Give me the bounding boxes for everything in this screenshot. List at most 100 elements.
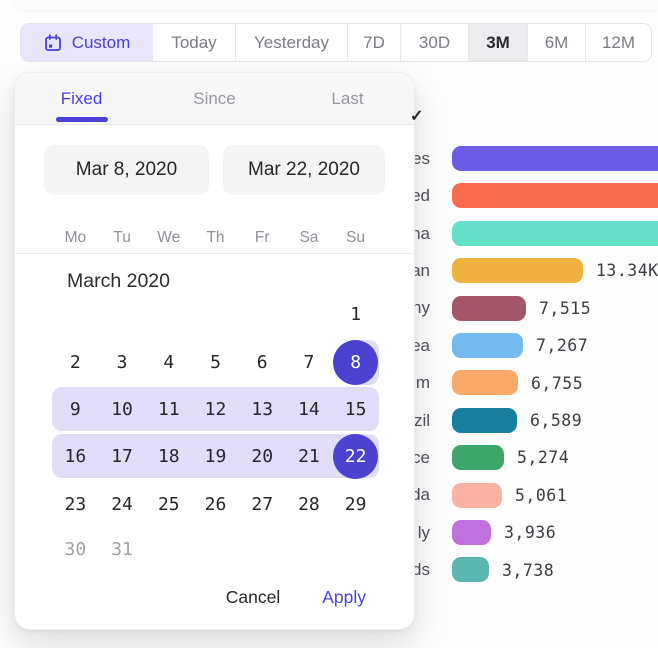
- calendar-day-11[interactable]: 11: [145, 387, 192, 431]
- calendar-week: 1: [52, 292, 379, 336]
- calendar-day-7[interactable]: 7: [286, 340, 333, 385]
- tab-since[interactable]: Since: [148, 73, 281, 124]
- calendar-day-empty: [99, 292, 146, 336]
- chart-bar[interactable]: [452, 557, 489, 582]
- range-30d-button[interactable]: 30D: [401, 24, 469, 61]
- calendar-day-28[interactable]: 28: [286, 482, 333, 526]
- month-title: March 2020: [67, 270, 170, 293]
- chart-bar[interactable]: [452, 258, 583, 283]
- calendar-day-empty: [332, 527, 379, 571]
- chart-bar[interactable]: [452, 221, 658, 246]
- chart-bar[interactable]: [452, 483, 502, 508]
- calendar-day-19[interactable]: 19: [192, 434, 239, 479]
- calendar-day-4[interactable]: 4: [145, 340, 192, 385]
- calendar-day-12[interactable]: 12: [192, 387, 239, 431]
- calendar-day-6[interactable]: 6: [239, 340, 286, 385]
- calendar-day-empty: [145, 292, 192, 336]
- selected-checkmark-icon: ✓: [410, 106, 423, 126]
- calendar-day-2[interactable]: 2: [52, 340, 99, 385]
- calendar-day-empty: [192, 292, 239, 336]
- chart-bar[interactable]: [452, 333, 523, 358]
- calendar-day-31[interactable]: 31: [99, 527, 146, 571]
- calendar-week: 9101112131415: [52, 387, 379, 431]
- calendar-day-21[interactable]: 21: [286, 434, 333, 479]
- chart-bar[interactable]: [452, 520, 491, 545]
- popup-actions: Cancel Apply: [226, 587, 366, 608]
- selected-day-circle: 8: [333, 340, 378, 385]
- calendar-day-26[interactable]: 26: [192, 482, 239, 526]
- weekday-sa: Sa: [286, 223, 333, 253]
- weekday-tu: Tu: [99, 223, 146, 253]
- calendar-day-20[interactable]: 20: [239, 434, 286, 479]
- end-date-input[interactable]: Mar 22, 2020: [223, 145, 385, 195]
- datepicker-tabs: Fixed Since Last: [15, 73, 414, 125]
- calendar-day-9[interactable]: 9: [52, 387, 99, 431]
- calendar-day-29[interactable]: 29: [332, 482, 379, 526]
- chart-row-value: 5,061: [515, 477, 567, 514]
- chart-row-value: 6,755: [531, 364, 583, 401]
- calendar-day-empty: [52, 292, 99, 336]
- calendar-day-1[interactable]: 1: [332, 292, 379, 336]
- tab-last-label: Last: [331, 89, 363, 109]
- range-custom-button[interactable]: Custom: [21, 24, 153, 61]
- range-today-button[interactable]: Today: [153, 24, 236, 61]
- calendar-day-27[interactable]: 27: [239, 482, 286, 526]
- calendar-week: 23242526272829: [52, 482, 379, 526]
- chart-row-value: 13.34K: [596, 252, 658, 289]
- calendar-day-5[interactable]: 5: [192, 340, 239, 385]
- calendar-day-empty: [286, 527, 333, 571]
- weekday-mo: Mo: [52, 223, 99, 253]
- weekday-th: Th: [192, 223, 239, 253]
- chart-bar[interactable]: [452, 296, 526, 321]
- calendar-day-17[interactable]: 17: [99, 434, 146, 479]
- top-card-edge: [14, 0, 658, 10]
- chart-bar[interactable]: [452, 146, 658, 171]
- date-range-selector: Custom Today Yesterday 7D 30D 3M 6M 12M: [20, 23, 652, 62]
- active-tab-underline: [56, 117, 108, 122]
- weekday-fr: Fr: [239, 223, 286, 253]
- page: Custom Today Yesterday 7D 30D 3M 6M 12M …: [0, 0, 658, 648]
- calendar-day-25[interactable]: 25: [145, 482, 192, 526]
- apply-button[interactable]: Apply: [322, 587, 366, 608]
- calendar-icon: [43, 33, 63, 53]
- calendar-day-empty: [145, 527, 192, 571]
- range-7d-button[interactable]: 7D: [348, 24, 401, 61]
- range-12m-button[interactable]: 12M: [586, 24, 651, 61]
- calendar-day-23[interactable]: 23: [52, 482, 99, 526]
- range-6m-button[interactable]: 6M: [528, 24, 586, 61]
- chart-bar[interactable]: [452, 370, 518, 395]
- datepicker-popup: Fixed Since Last Mar 8, 2020 Mar 22, 202…: [14, 72, 415, 630]
- range-3m-button[interactable]: 3M: [469, 24, 528, 61]
- tab-since-label: Since: [193, 89, 236, 109]
- calendar-day-empty: [239, 292, 286, 336]
- calendar-day-8[interactable]: 8: [332, 340, 379, 385]
- calendar-day-10[interactable]: 10: [99, 387, 146, 431]
- chart-row-value: 6,589: [530, 402, 582, 439]
- tab-fixed[interactable]: Fixed: [15, 73, 148, 124]
- calendar-day-14[interactable]: 14: [286, 387, 333, 431]
- calendar-day-22[interactable]: 22: [332, 434, 379, 479]
- chart-bar[interactable]: [452, 183, 658, 208]
- calendar-day-16[interactable]: 16: [52, 434, 99, 479]
- weekday-header: Mo Tu We Th Fr Sa Su: [52, 223, 379, 253]
- selected-day-circle: 22: [333, 434, 378, 479]
- calendar-day-15[interactable]: 15: [332, 387, 379, 431]
- start-date-input[interactable]: Mar 8, 2020: [44, 145, 209, 195]
- weekday-su: Su: [332, 223, 379, 253]
- calendar-day-24[interactable]: 24: [99, 482, 146, 526]
- tab-last[interactable]: Last: [281, 73, 414, 124]
- chart-bar[interactable]: [452, 445, 504, 470]
- calendar-day-13[interactable]: 13: [239, 387, 286, 431]
- calendar-day-empty: [239, 527, 286, 571]
- calendar-day-3[interactable]: 3: [99, 340, 146, 385]
- calendar-day-30[interactable]: 30: [52, 527, 99, 571]
- range-yesterday-button[interactable]: Yesterday: [236, 24, 348, 61]
- calendar-day-empty: [192, 527, 239, 571]
- chart-row-value: 3,936: [504, 514, 556, 551]
- calendar-day-18[interactable]: 18: [145, 434, 192, 479]
- cancel-button[interactable]: Cancel: [226, 587, 280, 608]
- calendar-week: 16171819202122: [52, 434, 379, 478]
- calendar-week: 3031: [52, 527, 379, 571]
- tab-fixed-label: Fixed: [61, 89, 103, 109]
- chart-bar[interactable]: [452, 408, 517, 433]
